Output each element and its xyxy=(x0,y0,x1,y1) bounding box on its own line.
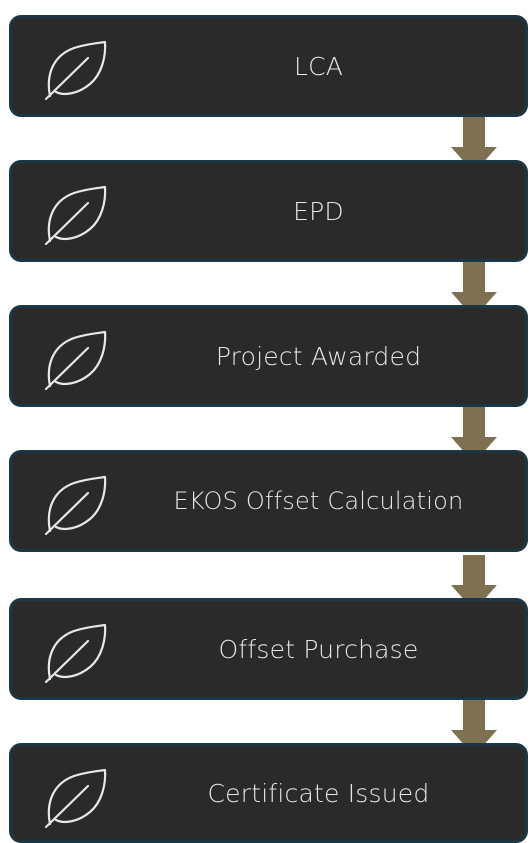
leaf-icon xyxy=(44,185,107,245)
leaf-icon xyxy=(44,623,107,683)
step-label: Project Awarded xyxy=(215,341,422,371)
leaf-icon xyxy=(44,475,107,535)
leaf-icon xyxy=(44,768,107,828)
step-label: LCA xyxy=(293,51,344,81)
step-box-offset-purchase: Offset Purchase xyxy=(9,598,528,700)
leaf-icon xyxy=(44,40,107,100)
step-box-certificate-issued: Certificate Issued xyxy=(9,743,528,843)
step-label: Certificate Issued xyxy=(207,778,430,808)
step-label: EKOS Offset Calculation xyxy=(173,487,464,515)
step-box-ekos-offset-calculation: EKOS Offset Calculation xyxy=(9,450,528,552)
step-box-project-awarded: Project Awarded xyxy=(9,305,528,407)
step-box-lca: LCA xyxy=(9,15,528,117)
step-label: Offset Purchase xyxy=(218,634,419,664)
leaf-icon xyxy=(44,330,107,390)
step-box-epd: EPD xyxy=(9,160,528,262)
step-label: EPD xyxy=(293,196,344,226)
